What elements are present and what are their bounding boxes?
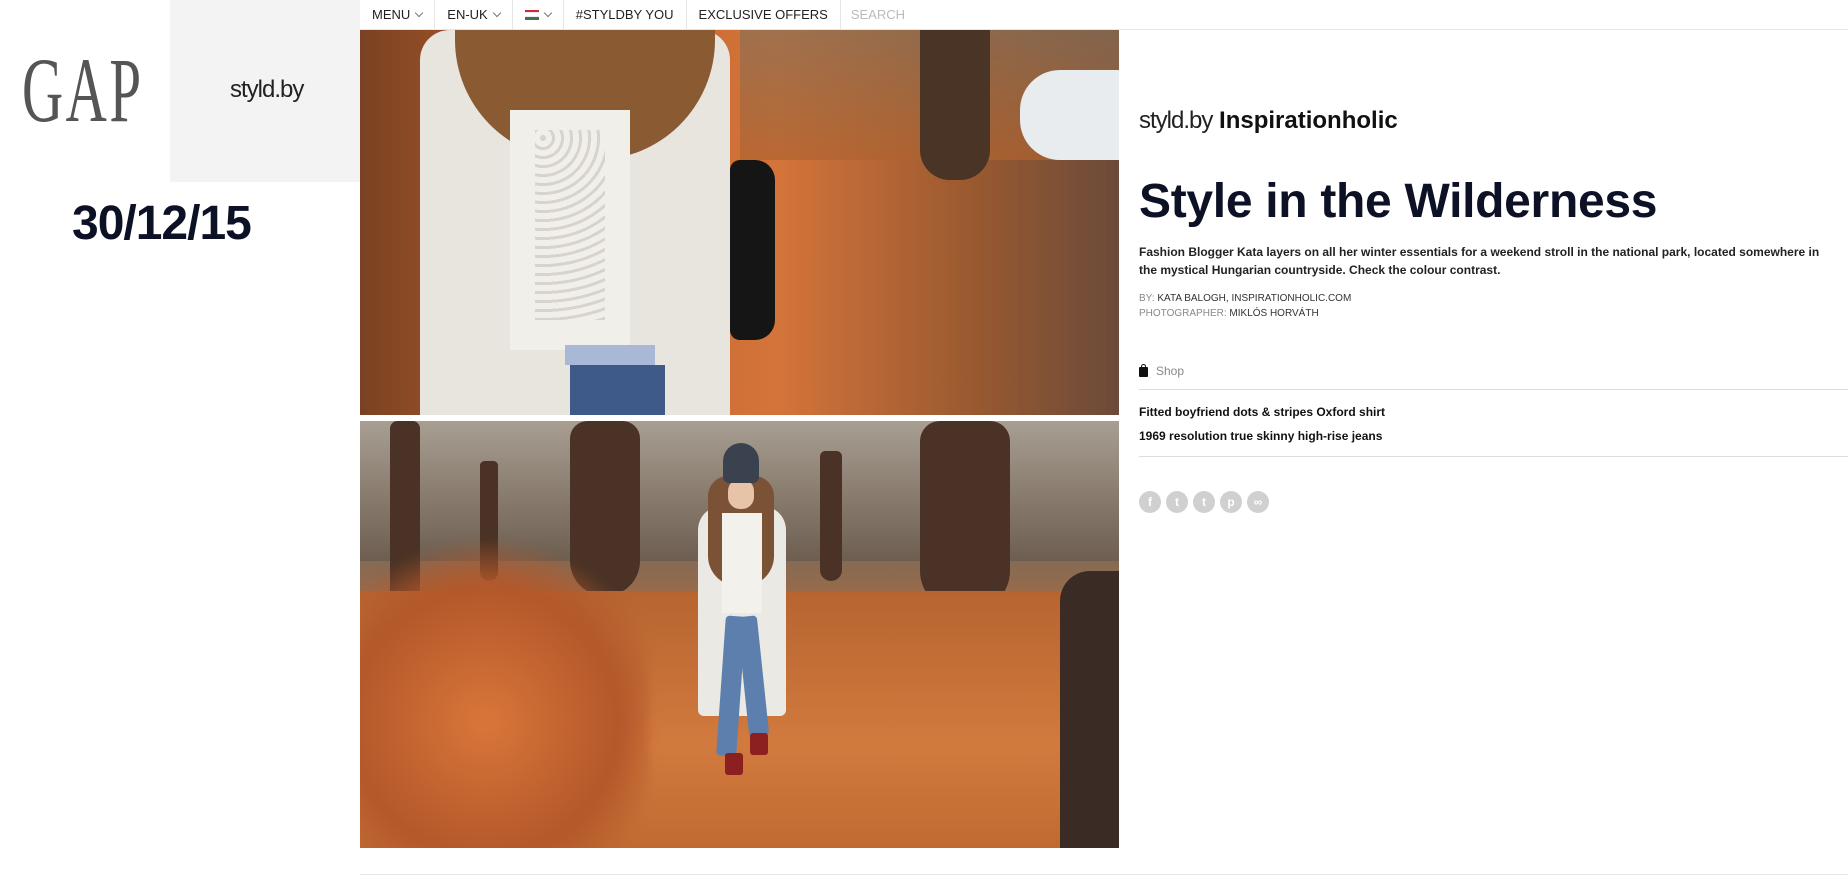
article-photo-1 <box>360 30 1119 415</box>
article-credits: BY: KATA BALOGH, INSPIRATIONHOLIC.COM PH… <box>1139 291 1351 321</box>
facebook-icon[interactable]: f <box>1139 491 1161 513</box>
shop-label: Shop <box>1156 364 1185 378</box>
hungary-flag-icon <box>524 9 539 20</box>
tree <box>820 451 842 581</box>
gap-logo[interactable]: GAP <box>22 44 144 136</box>
photographer-label: PHOTOGRAPHER: <box>1139 308 1227 319</box>
handbag <box>730 160 775 340</box>
chevron-down-icon <box>543 8 552 18</box>
blogger-name[interactable]: Inspirationholic <box>1219 107 1398 134</box>
byline-prefix: styld.by <box>1139 107 1213 134</box>
article-date: 30/12/15 <box>72 197 252 250</box>
channel-name[interactable]: styld.by <box>230 76 304 104</box>
person-hat <box>723 443 759 483</box>
shopping-bag-icon <box>1139 364 1148 377</box>
shop-header: Shop <box>1139 364 1848 390</box>
link-icon[interactable]: ∞ <box>1247 491 1269 513</box>
divider <box>360 874 1848 875</box>
chevron-down-icon <box>492 8 501 18</box>
top-nav: MENU EN-UK #STYLDBY YOU EXCLUSIVE OFFERS <box>360 0 1848 30</box>
article-photo-2 <box>360 421 1119 848</box>
product-link[interactable]: 1969 resolution true skinny high-rise je… <box>1139 424 1848 448</box>
chevron-down-icon <box>415 8 424 18</box>
country-dropdown[interactable] <box>513 0 564 29</box>
product-link[interactable]: Fitted boyfriend dots & stripes Oxford s… <box>1139 400 1848 424</box>
article-title: Style in the Wilderness <box>1139 175 1658 228</box>
search-box <box>841 0 1061 29</box>
styldby-you-link[interactable]: #STYLDBY YOU <box>564 0 687 29</box>
menu-dropdown[interactable]: MENU <box>360 0 436 29</box>
twitter-icon[interactable]: t <box>1166 491 1188 513</box>
menu-label: MENU <box>372 7 411 22</box>
tree <box>920 421 1010 611</box>
photographer-value: MIKLÓS HORVÁTH <box>1229 308 1319 319</box>
article-description: Fashion Blogger Kata layers on all her w… <box>1139 245 1820 277</box>
channel-area: styld.by <box>170 0 360 182</box>
product-list: Fitted boyfriend dots & stripes Oxford s… <box>1139 400 1848 457</box>
language-dropdown[interactable]: EN-UK <box>435 0 513 29</box>
exclusive-offers-link[interactable]: EXCLUSIVE OFFERS <box>687 0 841 29</box>
author-value[interactable]: KATA BALOGH, INSPIRATIONHOLIC.COM <box>1157 293 1351 304</box>
language-label: EN-UK <box>447 7 488 22</box>
logo-area: GAP <box>0 0 170 182</box>
search-input[interactable] <box>850 7 1051 22</box>
lake <box>1020 70 1119 160</box>
author-label: BY: <box>1139 293 1155 304</box>
share-buttons: f t t p ∞ <box>1139 491 1269 513</box>
person-face <box>728 479 754 509</box>
shirt <box>565 345 655 365</box>
article-byline: styld.by Inspirationholic <box>1139 107 1398 135</box>
pinterest-icon[interactable]: p <box>1220 491 1242 513</box>
tumblr-icon[interactable]: t <box>1193 491 1215 513</box>
jeans <box>570 365 665 415</box>
tree-trunk <box>920 30 990 180</box>
